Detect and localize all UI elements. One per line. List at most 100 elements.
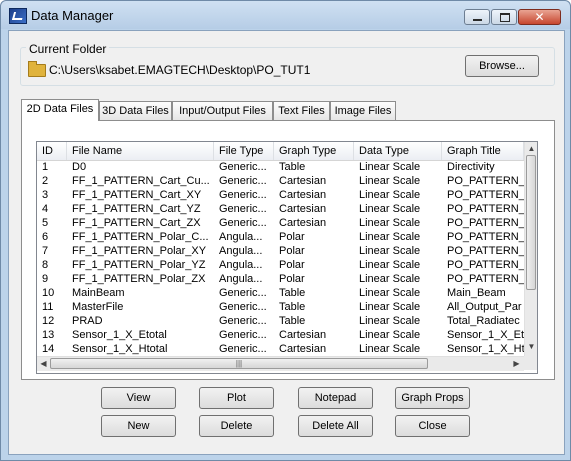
browse-button[interactable]: Browse... [465, 55, 539, 77]
maximize-button[interactable] [491, 9, 517, 25]
current-folder-label: Current Folder [26, 42, 110, 56]
tab-image-files[interactable]: Image Files [330, 101, 396, 120]
window-title: Data Manager [31, 8, 114, 23]
cell-id: 5 [42, 217, 49, 229]
column-header-file-name[interactable]: File Name [67, 142, 214, 160]
cell-id: 13 [42, 329, 55, 341]
cell-data-type: Linear Scale [359, 315, 421, 327]
close-window-button[interactable]: ✕ [518, 9, 561, 25]
delete-button[interactable]: Delete [199, 415, 274, 437]
current-folder-path: C:\Users\ksabet.EMAGTECH\Desktop\PO_TUT1 [49, 63, 311, 77]
cell-id: 12 [42, 315, 55, 327]
scroll-left-icon[interactable]: ◀ [37, 359, 50, 368]
app-icon [9, 8, 27, 24]
table-row[interactable]: 8 FF_1_PATTERN_Polar_YZ Angula... Polar Line… [37, 259, 524, 272]
cell-data-type: Linear Scale [359, 217, 421, 229]
table-row[interactable]: 3 FF_1_PATTERN_Cart_XY Generic... Cartesian… [37, 189, 524, 202]
cell-file-name: FF_1_PATTERN_Cart_YZ [72, 203, 201, 215]
cell-graph-title: PO_PATTERN_ [447, 175, 524, 187]
table-row[interactable]: 9 FF_1_PATTERN_Polar_ZX Angula... Polar Line… [37, 273, 524, 286]
cell-graph-type: Polar [279, 273, 305, 285]
cell-file-name: Sensor_1_X_Etotal [72, 329, 167, 341]
scroll-up-icon[interactable]: ▲ [525, 144, 537, 153]
cell-id: 7 [42, 245, 49, 257]
horizontal-scroll-thumb[interactable]: ||| [50, 358, 428, 369]
cell-id: 6 [42, 231, 49, 243]
cell-graph-type: Table [279, 287, 306, 299]
cell-id: 11 [42, 301, 54, 313]
minimize-button[interactable] [464, 9, 490, 25]
column-header-file-type[interactable]: File Type [214, 142, 274, 160]
cell-graph-title: PO_PATTERN_ [447, 189, 524, 201]
table-row[interactable]: 12 PRAD Generic... Table Linear Scale Total_R… [37, 315, 524, 328]
cell-data-type: Linear Scale [359, 245, 421, 257]
vertical-scrollbar[interactable]: ▲ ▼ [524, 142, 537, 356]
cell-graph-type: Cartesian [279, 175, 327, 187]
cell-file-name: MasterFile [72, 301, 124, 313]
client-area: Current Folder C:\Users\ksabet.EMAGTECH\… [8, 30, 565, 455]
minimize-icon [473, 19, 482, 21]
cell-data-type: Linear Scale [359, 301, 421, 313]
table-row[interactable]: 1 D0 Generic... Table Linear Scale Directivit… [37, 161, 524, 174]
cell-file-type: Angula... [219, 231, 263, 243]
cell-file-type: Generic... [219, 315, 267, 327]
column-header-id[interactable]: ID [37, 142, 67, 160]
cell-file-name: FF_1_PATTERN_Cart_ZX [72, 217, 201, 229]
table-body: 1 D0 Generic... Table Linear Scale Directivit… [37, 161, 524, 355]
cell-data-type: Linear Scale [359, 189, 421, 201]
plot-button[interactable]: Plot [199, 387, 274, 409]
horizontal-scrollbar[interactable]: ◀ ||| ▶ [37, 356, 524, 371]
cell-graph-title: All_Output_Par [447, 301, 522, 313]
table-row[interactable]: 10 MainBeam Generic... Table Linear Scale Mai… [37, 287, 524, 300]
cell-graph-title: PO_PATTERN_ [447, 273, 524, 285]
cell-graph-type: Cartesian [279, 217, 327, 229]
column-header-graph-type[interactable]: Graph Type [274, 142, 354, 160]
cell-data-type: Linear Scale [359, 161, 421, 173]
tab-3d-data-files[interactable]: 3D Data Files [99, 101, 172, 120]
cell-file-name: Sensor_1_X_Htotal [72, 343, 168, 355]
cell-file-type: Generic... [219, 301, 267, 313]
new-button[interactable]: New [101, 415, 176, 437]
column-header-graph-title[interactable]: Graph Title [442, 142, 524, 160]
table-row[interactable]: 2 FF_1_PATTERN_Cart_Cu... Generic... Cartes… [37, 175, 524, 188]
cell-graph-type: Polar [279, 231, 305, 243]
cell-graph-title: PO_PATTERN_ [447, 245, 524, 257]
title-bar[interactable]: Data Manager ✕ [1, 1, 570, 29]
table-row[interactable]: 6 FF_1_PATTERN_Polar_C... Angula... Polar Li… [37, 231, 524, 244]
tab-input-output-files[interactable]: Input/Output Files [172, 101, 273, 120]
cell-file-type: Generic... [219, 343, 267, 355]
close-button[interactable]: Close [395, 415, 470, 437]
cell-id: 4 [42, 203, 49, 215]
cell-data-type: Linear Scale [359, 287, 421, 299]
graph-props-button[interactable]: Graph Props [395, 387, 470, 409]
cell-file-name: PRAD [72, 315, 103, 327]
cell-graph-type: Cartesian [279, 203, 327, 215]
cell-file-name: FF_1_PATTERN_Polar_YZ [72, 259, 206, 271]
table-row[interactable]: 11 MasterFile Generic... Table Linear Scale A… [37, 301, 524, 314]
cell-file-type: Angula... [219, 259, 263, 271]
cell-file-type: Generic... [219, 189, 267, 201]
vertical-scroll-thumb[interactable] [526, 155, 536, 290]
table-row[interactable]: 5 FF_1_PATTERN_Cart_ZX Generic... Cartesian… [37, 217, 524, 230]
cell-id: 3 [42, 189, 49, 201]
view-button[interactable]: View [101, 387, 176, 409]
scroll-right-icon[interactable]: ▶ [510, 359, 523, 368]
cell-graph-type: Cartesian [279, 329, 327, 341]
table-row[interactable]: 14 Sensor_1_X_Htotal Generic... Cartesian Li… [37, 343, 524, 355]
table-row[interactable]: 4 FF_1_PATTERN_Cart_YZ Generic... Cartesian… [37, 203, 524, 216]
delete-all-button[interactable]: Delete All [298, 415, 373, 437]
notepad-button[interactable]: Notepad [298, 387, 373, 409]
table-row[interactable]: 13 Sensor_1_X_Etotal Generic... Cartesian Li… [37, 329, 524, 342]
cell-file-type: Generic... [219, 161, 267, 173]
tab-text-files[interactable]: Text Files [273, 101, 330, 120]
scroll-down-icon[interactable]: ▼ [525, 342, 537, 351]
cell-id: 2 [42, 175, 49, 187]
cell-graph-title: PO_PATTERN_ [447, 203, 524, 215]
column-header-data-type[interactable]: Data Type [354, 142, 442, 160]
table-row[interactable]: 7 FF_1_PATTERN_Polar_XY Angula... Polar Line… [37, 245, 524, 258]
cell-graph-title: Main_Beam [447, 287, 506, 299]
cell-graph-type: Cartesian [279, 343, 327, 355]
tab-2d-data-files[interactable]: 2D Data Files [21, 99, 99, 121]
cell-file-name: FF_1_PATTERN_Cart_XY [72, 189, 202, 201]
close-icon: ✕ [534, 10, 545, 24]
